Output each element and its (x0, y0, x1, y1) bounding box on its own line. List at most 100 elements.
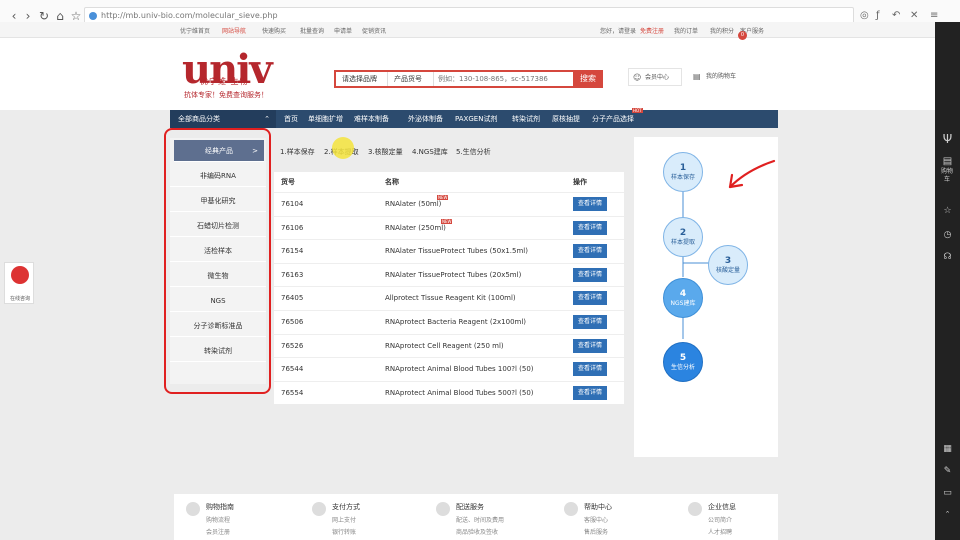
notes-icon[interactable]: ▭ (935, 488, 960, 498)
footer-link[interactable]: 售后服务 (584, 527, 612, 536)
tab-sample-storage[interactable]: 1.样本保存 (280, 147, 315, 157)
product-number: 76163 (281, 270, 304, 279)
view-details-button[interactable]: 查看详情 (573, 197, 607, 211)
nav-item-prokaryote[interactable]: 原核抽提 (552, 110, 580, 128)
nav-item-transfection[interactable]: 转染试剂 (512, 110, 540, 128)
nav-item-molecular[interactable]: 分子产品选择 (592, 110, 634, 128)
qr-code-icon[interactable]: ▦ (935, 444, 960, 454)
extension-icon[interactable]: ◎ (860, 9, 869, 23)
product-name[interactable]: Allprotect Tissue Reagent Kit (100ml) (385, 294, 516, 302)
product-number: 76554 (281, 388, 304, 397)
product-name[interactable]: RNAlater (250ml) (385, 224, 446, 232)
view-details-button[interactable]: 查看详情 (573, 385, 607, 400)
footer-link[interactable]: 商品验收及签收 (456, 527, 504, 536)
flow-node-2[interactable]: 2 样本提取 (663, 217, 703, 257)
back-to-top-icon[interactable]: ⌃ (935, 510, 960, 518)
logo-subtitle: 优宁维 生物 (200, 77, 249, 86)
footer-link[interactable]: 银行转账 (332, 527, 360, 536)
footer-link[interactable]: 人才招聘 (708, 527, 736, 536)
nav-item-home[interactable]: 首页 (284, 110, 298, 128)
main-nav: 全部商品分类 ⌃ 首页 单细胞扩增 难样本制备 外泌体制备 PAXGEN试剂 转… (170, 110, 778, 128)
footer-col-payment: 支付方式 网上支付 银行转账 (332, 502, 360, 536)
product-name[interactable]: RNAlater (50ml) (385, 200, 441, 208)
hot-badge: HOT (632, 108, 643, 113)
footer-link[interactable]: 购物流程 (206, 515, 234, 524)
nav-item-single-cell[interactable]: 单细胞扩增 (308, 110, 343, 128)
headset-icon[interactable]: ☊ (935, 252, 960, 262)
flow-node-4[interactable]: 4 NGS建库 (663, 278, 703, 318)
share-icon[interactable]: ƒ (876, 9, 880, 23)
view-details-button[interactable]: 查看详情 (573, 362, 607, 377)
footer-link[interactable]: 配送、时间及费用 (456, 515, 504, 524)
chat-label: 在线咨询 (9, 296, 30, 302)
history-clock-icon[interactable]: ◷ (935, 230, 960, 240)
feedback-icon[interactable]: ✎ (935, 466, 960, 476)
search-input[interactable] (434, 72, 570, 86)
footer-title: 帮助中心 (584, 503, 612, 511)
flow-node-3[interactable]: 3 核酸定量 (708, 245, 748, 285)
table-row: 76405 Allprotect Tissue Reagent Kit (100m… (274, 286, 624, 309)
view-details-button[interactable]: 查看详情 (573, 291, 607, 306)
cart-label: 我的购物车 (706, 73, 737, 80)
search-button[interactable]: 搜索 (573, 70, 603, 88)
view-details-button[interactable]: 查看详情 (573, 220, 607, 235)
footer-link[interactable]: 公司简介 (708, 515, 736, 524)
favorite-star-icon[interactable]: ☆ (935, 206, 960, 216)
member-label: 会员中心 (645, 74, 670, 81)
footer-link[interactable]: 网上支付 (332, 515, 360, 524)
nav-item-exosome[interactable]: 外泌体制备 (408, 110, 443, 128)
product-number: 76106 (281, 223, 304, 232)
all-categories-toggle[interactable]: 全部商品分类 ⌃ (170, 110, 276, 128)
workflow-diagram: 1 样本保存 2 样本提取 3 核酸定量 4 NGS建库 5 生信分析 (634, 137, 778, 457)
footer-col-shopping: 购物指南 购物流程 会员注册 (206, 502, 234, 536)
product-name[interactable]: RNAprotect Animal Blood Tubes 500?l (50) (385, 389, 534, 397)
member-center-button[interactable]: ☺ 会员中心 (628, 68, 682, 86)
cart-button[interactable]: ▤ 我的购物车 (690, 68, 750, 86)
toplink-promo[interactable]: 促销资讯 (362, 26, 386, 35)
view-details-button[interactable]: 查看详情 (573, 315, 607, 329)
product-name[interactable]: RNAlater TissueProtect Tubes (20x5ml) (385, 271, 521, 279)
site-icon (89, 12, 97, 20)
table-row: 76106 RNAlater (250ml) NEW 查看详情 (274, 215, 624, 239)
product-name[interactable]: RNAprotect Bacteria Reagent (2x100ml) (385, 318, 526, 326)
flow-node-5[interactable]: 5 生信分析 (663, 342, 703, 382)
table-row: 76526 RNAprotect Cell Reagent (250 ml) 查看详… (274, 333, 624, 357)
table-row: 76544 RNAprotect Animal Blood Tubes 100?l… (274, 357, 624, 380)
tab-quantification[interactable]: 3.核酸定量 (368, 147, 403, 157)
product-name[interactable]: RNAprotect Animal Blood Tubes 100?l (50) (385, 365, 534, 373)
online-chat-widget[interactable]: 在线咨询 (4, 262, 34, 304)
menu-icon[interactable]: ≡ (930, 9, 938, 23)
view-details-button[interactable]: 查看详情 (573, 338, 607, 353)
my-points-link[interactable]: 我的积分 (710, 26, 734, 35)
view-details-button[interactable]: 查看详情 (573, 244, 607, 259)
toplink-sitemap[interactable]: 网站导航 (222, 26, 246, 35)
site-footer: 购物指南 购物流程 会员注册 支付方式 网上支付 银行转账 配送服务 配送、时间… (174, 494, 778, 540)
toplink-apply[interactable]: 申请单 (334, 26, 352, 35)
product-name[interactable]: RNAlater TissueProtect Tubes (50x1.5ml) (385, 247, 528, 255)
footer-link[interactable]: 客服中心 (584, 515, 612, 524)
undo-icon[interactable]: ↶ (892, 9, 900, 23)
cart-icon: ▤ (693, 72, 701, 81)
nav-item-difficult-sample[interactable]: 难样本制备 (354, 110, 389, 128)
brand-select[interactable]: 请选择品牌 (336, 72, 388, 86)
sidebar-cart-label[interactable]: 购物车 (941, 168, 953, 184)
toplink-batch[interactable]: 批量查询 (300, 26, 324, 35)
tab-bioinformatics[interactable]: 5.生信分析 (456, 147, 491, 157)
footer-link[interactable]: 会员注册 (206, 527, 234, 536)
flow-node-1[interactable]: 1 样本保存 (663, 152, 703, 192)
register-link[interactable]: 免费注册 (640, 26, 664, 35)
cart-icon[interactable]: ▤ (935, 156, 960, 167)
field-select[interactable]: 产品货号 (388, 72, 434, 86)
toplink-home[interactable]: 优宁维首页 (180, 26, 210, 35)
product-number: 76526 (281, 341, 304, 350)
right-toolbar: Ψ ▤ 购物车 ☆ ◷ ☊ ▦ ✎ ▭ ⌃ (935, 22, 960, 540)
close-icon[interactable]: ✕ (910, 9, 918, 23)
view-details-button[interactable]: 查看详情 (573, 267, 607, 282)
my-orders-link[interactable]: 我的订单 (674, 26, 698, 35)
product-name[interactable]: RNAprotect Cell Reagent (250 ml) (385, 342, 504, 350)
nav-item-paxgen[interactable]: PAXGEN试剂 (455, 110, 497, 128)
login-link[interactable]: 您好，请登录 (600, 26, 636, 35)
toplink-quickbuy[interactable]: 快速购买 (262, 26, 286, 35)
tab-ngs-library[interactable]: 4.NGS建库 (412, 147, 448, 157)
search-box: 请选择品牌 产品货号 搜索 (334, 70, 603, 88)
